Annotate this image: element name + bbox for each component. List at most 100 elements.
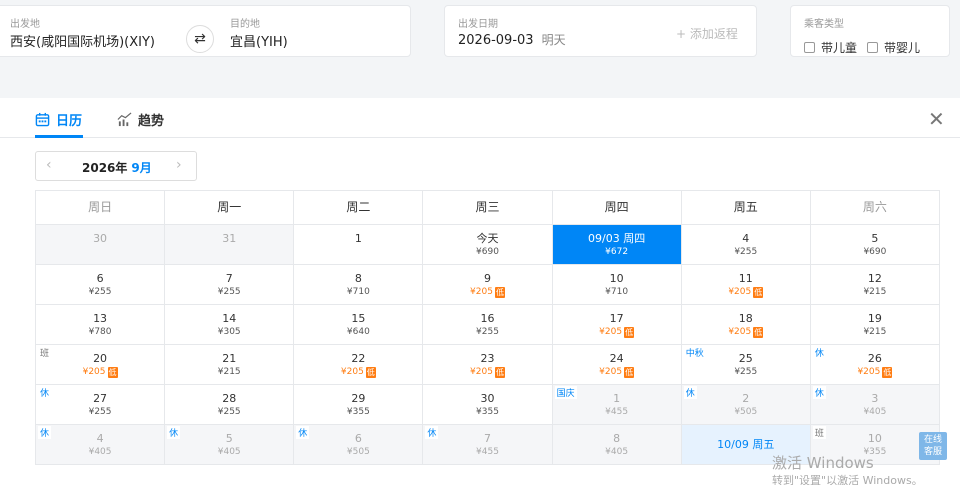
day-price: ¥215: [863, 287, 887, 297]
calendar-day[interactable]: 28 ¥255: [165, 385, 295, 425]
calendar-day[interactable]: 班 20 ¥205 低: [36, 345, 166, 385]
calendar-day[interactable]: 31: [165, 225, 295, 265]
weekday-label: 周四: [552, 191, 682, 225]
day-price: ¥255: [88, 407, 112, 417]
day-price: ¥205: [857, 367, 881, 377]
day-price-line: ¥255: [165, 287, 293, 298]
day-price: ¥672: [605, 247, 629, 257]
calendar-day[interactable]: 9 ¥205 低: [423, 265, 553, 305]
day-price-line: ¥205 低: [423, 287, 551, 298]
close-icon: ✕: [928, 107, 945, 131]
calendar-day[interactable]: 休 27 ¥255: [36, 385, 166, 425]
calendar-day[interactable]: 6 ¥255: [36, 265, 166, 305]
calendar-day[interactable]: 8 ¥405: [552, 425, 682, 465]
low-price-badge: 低: [753, 287, 764, 298]
day-price-line: ¥255: [36, 287, 164, 298]
day-price-line: ¥205 低: [811, 367, 939, 378]
calendar-day[interactable]: 14 ¥305: [165, 305, 295, 345]
calendar-grid: 周日 周一 周二 周三 周四 周五 周六 30 31 1 今天 ¥690 09/03 周四 ¥672 4 ¥2…: [35, 190, 940, 465]
calendar-day[interactable]: 国庆 1 ¥455: [552, 385, 682, 425]
calendar-day[interactable]: 休 7 ¥455: [423, 425, 553, 465]
calendar-day[interactable]: 休 2 ¥505: [681, 385, 811, 425]
swap-button[interactable]: ⇄: [186, 25, 214, 53]
child-checkbox[interactable]: 带儿童: [804, 39, 857, 56]
low-price-badge: 低: [494, 367, 505, 378]
day-number: 今天: [476, 232, 499, 245]
tab-trend-label: 趋势: [138, 114, 165, 129]
next-month-button[interactable]: ›: [176, 157, 182, 173]
calendar-day[interactable]: 23 ¥205 低: [423, 345, 553, 385]
day-number: 30: [93, 232, 108, 245]
day-number: 4: [742, 232, 750, 245]
day-price-line: ¥690: [811, 247, 939, 258]
calendar-day-selected[interactable]: 09/03 周四 ¥672: [552, 225, 682, 265]
to-city-input[interactable]: 宜昌(YIH): [230, 31, 288, 50]
calendar-day[interactable]: 4 ¥255: [681, 225, 811, 265]
calendar-day[interactable]: 13 ¥780: [36, 305, 166, 345]
day-number: 23: [480, 352, 495, 365]
calendar-day[interactable]: 18 ¥205 低: [681, 305, 811, 345]
calendar-day[interactable]: 8 ¥710: [294, 265, 424, 305]
close-button[interactable]: ✕: [928, 107, 945, 131]
weekday-label: 周日: [36, 191, 166, 225]
day-price-line: ¥405: [553, 447, 681, 458]
day-number: 6: [96, 272, 104, 285]
day-number: 27: [93, 392, 108, 405]
day-price-line: ¥710: [294, 287, 422, 298]
holiday-tag: 休: [683, 386, 697, 399]
day-price: ¥255: [476, 327, 499, 337]
day-number: 20: [93, 352, 108, 365]
day-number: 24: [609, 352, 624, 365]
tab-calendar[interactable]: 日历: [35, 110, 82, 129]
prev-month-button[interactable]: ‹: [46, 157, 52, 173]
calendar-day[interactable]: 30: [36, 225, 166, 265]
holiday-tag: 休: [38, 426, 52, 439]
low-price-badge: 低: [624, 327, 635, 338]
calendar-day[interactable]: 17 ¥205 低: [552, 305, 682, 345]
calendar-day[interactable]: 29 ¥355: [294, 385, 424, 425]
calendar-day[interactable]: 19 ¥215: [810, 305, 940, 345]
day-price-line: ¥255: [36, 407, 164, 418]
calendar-week-row: 13 ¥780 14 ¥305 15 ¥640 16 ¥255 17 ¥205 低 18 ¥205 低 19…: [36, 305, 940, 345]
calendar-day[interactable]: 7 ¥255: [165, 265, 295, 305]
calendar-day[interactable]: 24 ¥205 低: [552, 345, 682, 385]
from-city-input[interactable]: 西安(咸阳国际机场)(XIY): [10, 31, 155, 50]
departure-date-input[interactable]: 2026-09-03 明天: [458, 31, 566, 48]
day-number: 4: [96, 432, 104, 445]
calendar-day[interactable]: 休 6 ¥505: [294, 425, 424, 465]
calendar-day[interactable]: 11 ¥205 低: [681, 265, 811, 305]
day-price: ¥255: [734, 367, 758, 377]
calendar-day[interactable]: 21 ¥215: [165, 345, 295, 385]
calendar-day[interactable]: 30 ¥355: [423, 385, 553, 425]
calendar-day[interactable]: 1: [294, 225, 424, 265]
online-service-button[interactable]: 在线 客服: [919, 432, 947, 460]
day-price: ¥690: [863, 247, 887, 257]
day-number: 2: [742, 392, 750, 405]
add-return-button[interactable]: + 添加返程: [676, 25, 738, 42]
calendar-day[interactable]: 10 ¥710: [552, 265, 682, 305]
calendar-day[interactable]: 15 ¥640: [294, 305, 424, 345]
infant-checkbox[interactable]: 带婴儿: [867, 39, 920, 56]
day-price: ¥710: [346, 287, 370, 297]
day-number: 9: [483, 272, 491, 285]
departure-date-value: 2026-09-03: [458, 33, 534, 48]
tab-trend[interactable]: 趋势: [117, 110, 164, 129]
calendar-day[interactable]: 休 26 ¥205 低: [810, 345, 940, 385]
calendar-day[interactable]: 12 ¥215: [810, 265, 940, 305]
calendar-day[interactable]: 16 ¥255: [423, 305, 553, 345]
day-price-line: ¥640: [294, 327, 422, 338]
calendar-day[interactable]: 休 3 ¥405: [810, 385, 940, 425]
day-number: 31: [222, 232, 237, 245]
calendar-day[interactable]: 休 5 ¥405: [165, 425, 295, 465]
day-price-line: ¥780: [36, 327, 164, 338]
weekday-label: 周一: [165, 191, 295, 225]
calendar-day[interactable]: 22 ¥205 低: [294, 345, 424, 385]
day-price-line: ¥205 低: [682, 327, 810, 338]
date-note: 明天: [541, 33, 566, 47]
calendar-day[interactable]: 今天 ¥690: [423, 225, 553, 265]
calendar-day[interactable]: 休 4 ¥405: [36, 425, 166, 465]
day-number: 5: [225, 432, 233, 445]
calendar-day[interactable]: 中秋 25 ¥255: [681, 345, 811, 385]
calendar-week-row: 30 31 1 今天 ¥690 09/03 周四 ¥672 4 ¥255 5 ¥690: [36, 225, 940, 265]
calendar-day[interactable]: 5 ¥690: [810, 225, 940, 265]
